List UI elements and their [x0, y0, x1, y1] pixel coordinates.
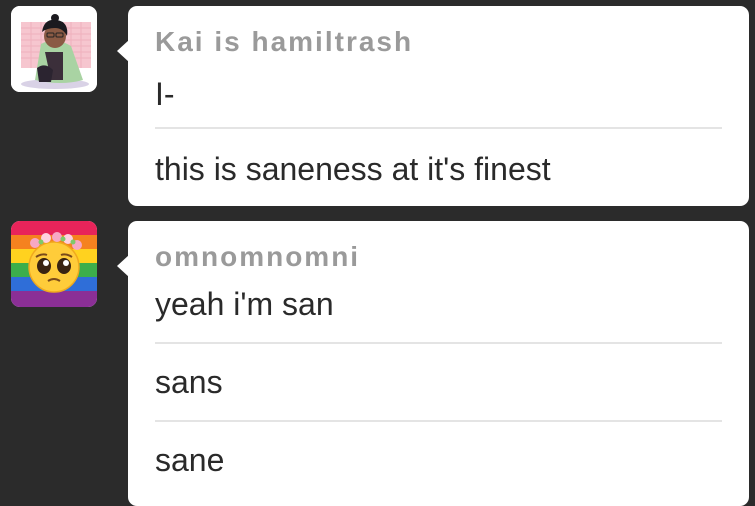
message-text: sans — [155, 364, 223, 400]
message-bubble: Kai is hamiltrash I- this is saneness at… — [117, 6, 749, 206]
chat-thread: Kai is hamiltrash I- this is saneness at… — [0, 0, 755, 506]
message-divider — [155, 420, 722, 422]
message-divider — [155, 342, 722, 344]
message-bubble: omnomnomni yeah i'm san sans sane — [117, 221, 749, 506]
message-text: sane — [155, 442, 225, 478]
user-avatar[interactable] — [11, 221, 97, 307]
pleading-face-flower-crown-rainbow-avatar-icon — [11, 221, 97, 307]
anime-character-avatar-icon — [11, 6, 97, 92]
message-text: yeah i'm san — [155, 286, 334, 322]
user-avatar[interactable] — [11, 6, 97, 92]
username[interactable]: Kai is hamiltrash — [155, 26, 413, 58]
message-divider — [155, 127, 722, 129]
username[interactable]: omnomnomni — [155, 241, 360, 273]
message-text: I- — [155, 76, 175, 112]
message-text: this is saneness at it's finest — [155, 151, 551, 187]
